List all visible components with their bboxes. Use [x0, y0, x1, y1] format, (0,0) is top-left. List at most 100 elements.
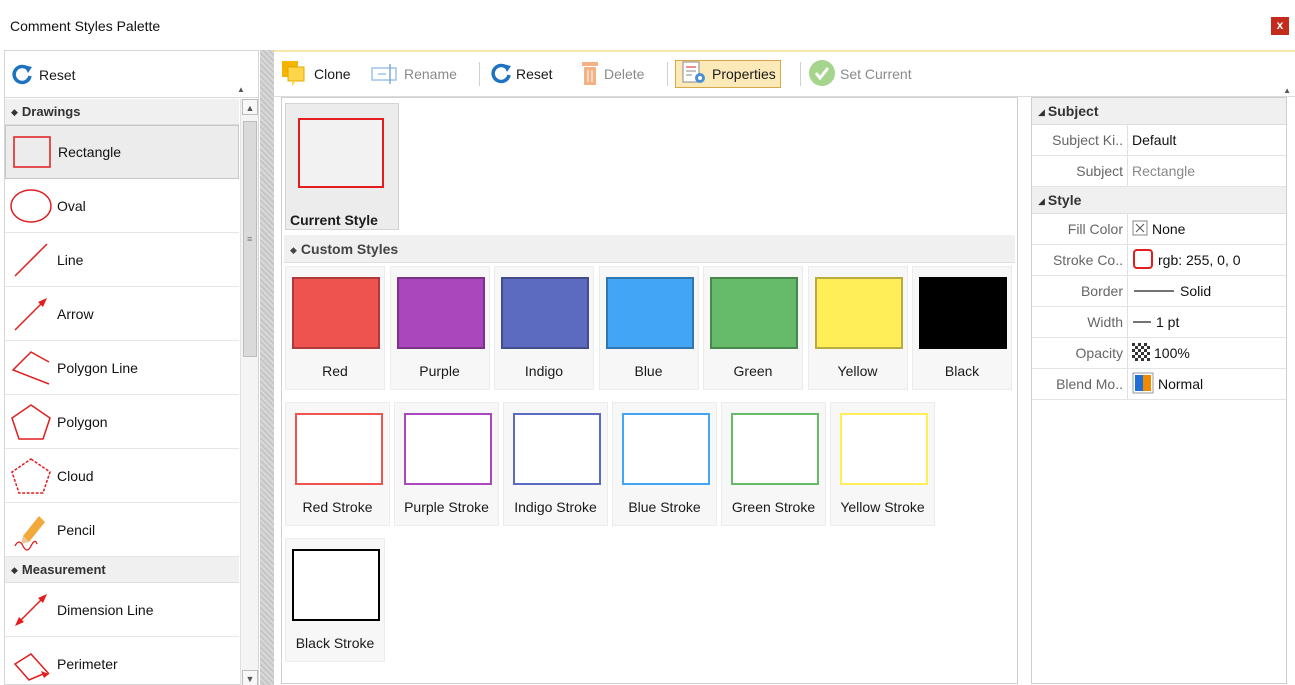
scroll-thumb[interactable]: ≡: [243, 121, 257, 357]
style-swatch-green[interactable]: Green: [703, 266, 803, 390]
style-swatch-blue-stroke[interactable]: Blue Stroke: [612, 402, 717, 526]
tool-item-polygon-line[interactable]: Polygon Line: [5, 341, 239, 395]
custom-styles-label: Custom Styles: [300, 241, 399, 257]
swatch-label: Blue: [634, 363, 663, 379]
prop-row-subject[interactable]: Subject Rectangle: [1032, 156, 1286, 187]
prop-row-subject-kind[interactable]: Subject Ki.. Default: [1032, 125, 1286, 156]
tool-label: Pencil: [57, 521, 96, 538]
checkmark-icon: [808, 59, 836, 90]
prop-row-border[interactable]: Border Solid: [1032, 276, 1286, 307]
group-label: Drawings: [21, 104, 81, 119]
rename-icon: [370, 61, 400, 88]
tool-item-pencil[interactable]: Pencil: [5, 503, 239, 557]
prop-name: Opacity: [1032, 338, 1128, 368]
prop-value: 1 pt: [1128, 314, 1179, 330]
swatch-label: Green: [733, 363, 773, 379]
style-swatch-black[interactable]: Black: [912, 266, 1012, 390]
tool-item-line[interactable]: Line: [5, 233, 239, 287]
clone-button[interactable]: Clone: [280, 60, 351, 88]
style-swatch-purple-stroke[interactable]: Purple Stroke: [394, 402, 499, 526]
swatch-preview: [292, 549, 380, 621]
style-swatch-black-stroke[interactable]: Black Stroke: [285, 538, 385, 662]
toolbar-separator: [479, 62, 480, 86]
style-swatch-red[interactable]: Red: [285, 266, 385, 390]
swatch-preview: [292, 277, 380, 349]
stroke-swatch-icon: [1132, 248, 1154, 273]
tool-item-oval[interactable]: Oval: [5, 179, 239, 233]
polygon-line-icon: [5, 341, 57, 395]
current-style-label: Current Style: [290, 212, 378, 228]
style-swatch-purple[interactable]: Purple: [389, 266, 490, 390]
prop-value: 100%: [1128, 342, 1190, 364]
reset-icon: [490, 62, 512, 87]
close-button[interactable]: x: [1271, 17, 1289, 35]
style-group-label: Style: [1047, 192, 1082, 208]
swatch-label: Indigo: [524, 363, 564, 379]
style-group-header[interactable]: ◢ Style: [1032, 187, 1286, 214]
prop-value: Rectangle: [1132, 163, 1196, 179]
prop-row-fill-color[interactable]: Fill Color None: [1032, 214, 1286, 245]
grip-icon: ≡: [247, 234, 253, 244]
style-swatch-yellow[interactable]: Yellow: [807, 266, 908, 390]
window-title: Comment Styles Palette: [10, 18, 161, 34]
collapse-caret-icon[interactable]: ▲: [237, 85, 245, 94]
tool-item-rectangle[interactable]: Rectangle: [5, 125, 239, 179]
tool-list-panel: Reset ▲ ◆ Drawings Rectangle Oval Line A…: [4, 50, 259, 685]
prop-name: Stroke Co..: [1032, 245, 1128, 275]
collapse-caret-icon[interactable]: ▲: [1283, 86, 1291, 95]
cloud-icon: [5, 449, 57, 503]
group-header-measurement[interactable]: ◆ Measurement: [5, 557, 239, 583]
group-header-drawings[interactable]: ◆ Drawings: [5, 99, 239, 125]
stroke-value: rgb: 255, 0, 0: [1158, 252, 1241, 268]
tool-item-dimension-line[interactable]: Dimension Line: [5, 583, 239, 637]
rename-button[interactable]: Rename: [370, 60, 457, 88]
style-swatch-indigo[interactable]: Indigo: [494, 266, 594, 390]
left-reset-button[interactable]: Reset: [11, 62, 76, 88]
delete-button[interactable]: Delete: [580, 60, 644, 88]
swatch-label: Red: [322, 363, 348, 379]
blend-value: Normal: [1158, 376, 1204, 392]
tool-label: Polygon Line: [57, 359, 138, 376]
diamond-icon: ◆: [290, 245, 297, 255]
reset-icon: [11, 63, 33, 88]
style-swatch-blue[interactable]: Blue: [598, 266, 699, 390]
tool-item-cloud[interactable]: Cloud: [5, 449, 239, 503]
prop-name: Blend Mo..: [1032, 369, 1128, 399]
prop-row-opacity[interactable]: Opacity 100%: [1032, 338, 1286, 369]
properties-icon: [680, 60, 708, 89]
set-current-button[interactable]: Set Current: [808, 59, 912, 90]
reset-button[interactable]: Reset: [490, 60, 553, 88]
trash-icon: [580, 60, 600, 89]
scroll-down-icon[interactable]: ▼: [242, 670, 258, 685]
prop-value: rgb: 255, 0, 0: [1128, 248, 1241, 273]
main-toolbar: Clone Rename Reset Delete Properties Set…: [274, 50, 1295, 97]
scroll-up-icon[interactable]: ▲: [242, 99, 258, 115]
left-reset-label: Reset: [39, 67, 76, 83]
swatch-preview: [513, 413, 601, 485]
swatch-preview: [622, 413, 710, 485]
tool-item-perimeter[interactable]: Perimeter: [5, 637, 239, 685]
swatch-label: Red Stroke: [302, 499, 373, 515]
style-swatch-yellow-stroke[interactable]: Yellow Stroke: [830, 402, 935, 526]
tool-item-arrow[interactable]: Arrow: [5, 287, 239, 341]
prop-row-width[interactable]: Width 1 pt: [1032, 307, 1286, 338]
style-swatch-indigo-stroke[interactable]: Indigo Stroke: [503, 402, 608, 526]
style-swatch-green-stroke[interactable]: Green Stroke: [721, 402, 826, 526]
opacity-value: 100%: [1154, 345, 1190, 361]
prop-row-blend-mode[interactable]: Blend Mo.. Normal: [1032, 369, 1286, 400]
polygon-icon: [5, 395, 57, 449]
prop-row-stroke-color[interactable]: Stroke Co.. rgb: 255, 0, 0: [1032, 245, 1286, 276]
prop-name: Fill Color: [1032, 214, 1128, 244]
tool-item-polygon[interactable]: Polygon: [5, 395, 239, 449]
tool-label: Line: [57, 251, 84, 268]
custom-styles-header[interactable]: ◆ Custom Styles: [284, 235, 1015, 263]
tool-label: Perimeter: [57, 655, 118, 672]
panel-splitter[interactable]: [260, 50, 274, 685]
swatch-preview: [295, 413, 383, 485]
current-style-tile[interactable]: Current Style: [285, 103, 399, 230]
style-swatch-red-stroke[interactable]: Red Stroke: [285, 402, 390, 526]
subject-group-header[interactable]: ◢ Subject: [1032, 98, 1286, 125]
group-label: Measurement: [21, 562, 106, 577]
tool-list-scrollbar[interactable]: ▲ ≡ ▼: [240, 99, 258, 685]
properties-button[interactable]: Properties: [675, 60, 781, 88]
